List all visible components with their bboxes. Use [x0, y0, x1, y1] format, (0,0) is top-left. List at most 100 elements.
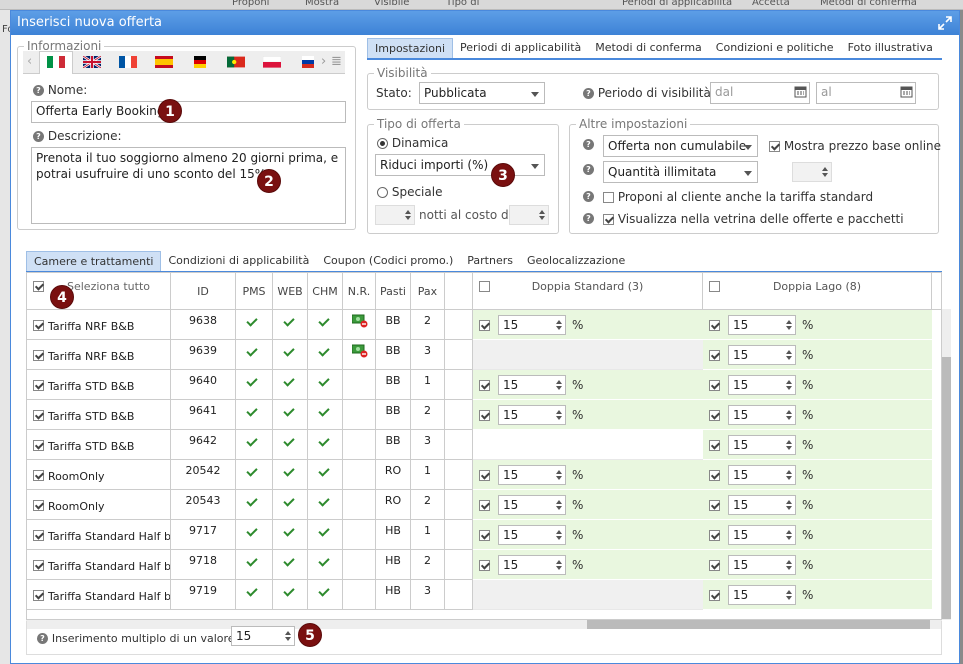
rate-checkbox[interactable]	[33, 350, 44, 361]
room-rate-checkbox[interactable]	[709, 470, 720, 481]
help-icon[interactable]: ?	[583, 88, 594, 99]
discount-spinner[interactable]: 15	[728, 495, 796, 515]
propose-standard-checkbox[interactable]	[603, 192, 614, 203]
spin-down-icon[interactable]	[786, 566, 792, 570]
discount-spinner[interactable]: 15	[728, 585, 796, 605]
spin-up-icon[interactable]	[786, 410, 792, 414]
spin-down-icon[interactable]	[556, 566, 562, 570]
spin-down-icon[interactable]	[285, 637, 291, 641]
settings-tab-2[interactable]: Metodi di conferma	[588, 38, 709, 58]
spin-down-icon[interactable]	[786, 536, 792, 540]
rooms-tab-2[interactable]: Coupon (Codici promo.)	[316, 251, 460, 271]
room-rate-checkbox[interactable]	[709, 350, 720, 361]
flag-de-icon[interactable]	[191, 56, 209, 68]
spin-up-icon[interactable]	[405, 210, 411, 214]
quantity-select[interactable]: Quantità illimitata	[603, 161, 758, 183]
room-rate-checkbox[interactable]	[479, 560, 490, 571]
name-input[interactable]: Offerta Early Booking	[31, 101, 346, 123]
spin-up-icon[interactable]	[786, 320, 792, 324]
discount-spinner[interactable]: 15	[498, 375, 566, 395]
dynamic-radio[interactable]	[377, 138, 388, 149]
discount-spinner[interactable]: 15	[728, 345, 796, 365]
discount-spinner[interactable]: 15	[498, 465, 566, 485]
rooms-tab-3[interactable]: Partners	[460, 251, 520, 271]
spin-down-icon[interactable]	[786, 476, 792, 480]
show-showcase-checkbox[interactable]	[603, 214, 614, 225]
settings-tab-1[interactable]: Periodi di applicabilità	[453, 38, 588, 58]
spin-down-icon[interactable]	[786, 356, 792, 360]
discount-spinner[interactable]: 15	[728, 375, 796, 395]
spin-down-icon[interactable]	[786, 596, 792, 600]
discount-spinner[interactable]: 15	[498, 405, 566, 425]
rate-checkbox[interactable]	[33, 380, 44, 391]
room-rate-checkbox[interactable]	[709, 410, 720, 421]
rooms-tab-4[interactable]: Geolocalizzazione	[520, 251, 632, 271]
discount-spinner[interactable]: 15	[728, 405, 796, 425]
settings-tab-4[interactable]: Foto illustrativa	[841, 38, 940, 58]
spin-down-icon[interactable]	[539, 216, 545, 220]
rooms-tab-0[interactable]: Camere e trattamenti	[26, 251, 162, 271]
rate-checkbox[interactable]	[33, 530, 44, 541]
state-select[interactable]: Pubblicata	[419, 82, 545, 104]
help-icon[interactable]: ?	[33, 131, 44, 142]
spin-down-icon[interactable]	[786, 446, 792, 450]
show-base-price-checkbox[interactable]	[769, 141, 780, 152]
lang-next-icon[interactable]: ›	[321, 54, 326, 69]
room-rate-checkbox[interactable]	[479, 410, 490, 421]
flag-es-icon[interactable]	[155, 56, 173, 68]
settings-tab-3[interactable]: Condizioni e politiche	[709, 38, 841, 58]
spin-down-icon[interactable]	[556, 506, 562, 510]
spin-down-icon[interactable]	[786, 386, 792, 390]
spin-up-icon[interactable]	[786, 530, 792, 534]
discount-spinner[interactable]: 15	[728, 555, 796, 575]
spin-up-icon[interactable]	[556, 500, 562, 504]
rooms-tab-1[interactable]: Condizioni di applicabilità	[161, 251, 316, 271]
spin-down-icon[interactable]	[405, 216, 411, 220]
spin-down-icon[interactable]	[556, 326, 562, 330]
help-icon[interactable]: ?	[33, 85, 44, 96]
spin-up-icon[interactable]	[786, 590, 792, 594]
spin-up-icon[interactable]	[786, 500, 792, 504]
discount-spinner[interactable]: 15	[728, 465, 796, 485]
spin-up-icon[interactable]	[556, 320, 562, 324]
special-cost-spinner[interactable]	[509, 205, 549, 225]
dynamic-select[interactable]: Riduci importi (%)	[375, 154, 545, 176]
rate-checkbox[interactable]	[33, 470, 44, 481]
spin-up-icon[interactable]	[556, 530, 562, 534]
room-rate-checkbox[interactable]	[709, 590, 720, 601]
help-icon[interactable]: ?	[37, 633, 48, 644]
discount-spinner[interactable]: 15	[728, 525, 796, 545]
settings-tab-0[interactable]: Impostazioni	[367, 38, 454, 58]
help-icon[interactable]: ?	[583, 191, 594, 202]
rate-checkbox[interactable]	[33, 440, 44, 451]
spin-up-icon[interactable]	[786, 470, 792, 474]
calendar-icon[interactable]	[900, 85, 913, 98]
spin-up-icon[interactable]	[822, 167, 828, 171]
special-radio-row[interactable]: Speciale	[377, 185, 442, 199]
spin-down-icon[interactable]	[556, 476, 562, 480]
flag-it-icon[interactable]	[47, 56, 65, 68]
propose-standard-row[interactable]: Proponi al cliente anche la tariffa stan…	[603, 190, 873, 204]
room-rate-checkbox[interactable]	[479, 470, 490, 481]
spin-up-icon[interactable]	[786, 560, 792, 564]
discount-spinner[interactable]: 15	[498, 315, 566, 335]
help-icon[interactable]: ?	[583, 213, 594, 224]
discount-spinner[interactable]: 15	[498, 525, 566, 545]
spin-down-icon[interactable]	[822, 173, 828, 177]
expand-icon[interactable]	[937, 15, 953, 31]
flag-gb-icon[interactable]	[83, 56, 101, 68]
calendar-icon[interactable]	[794, 85, 807, 98]
room-rate-checkbox[interactable]	[709, 500, 720, 511]
spin-down-icon[interactable]	[556, 416, 562, 420]
discount-spinner[interactable]: 15	[728, 435, 796, 455]
spin-up-icon[interactable]	[556, 560, 562, 564]
spin-up-icon[interactable]	[556, 410, 562, 414]
quantity-spinner[interactable]	[792, 162, 832, 182]
show-showcase-row[interactable]: Visualizza nella vetrina delle offerte e…	[603, 212, 904, 226]
rate-checkbox[interactable]	[33, 410, 44, 421]
spin-down-icon[interactable]	[556, 386, 562, 390]
spin-up-icon[interactable]	[786, 440, 792, 444]
special-nights-spinner[interactable]	[375, 205, 415, 225]
spin-up-icon[interactable]	[556, 380, 562, 384]
dynamic-radio-row[interactable]: Dinamica	[377, 136, 448, 150]
